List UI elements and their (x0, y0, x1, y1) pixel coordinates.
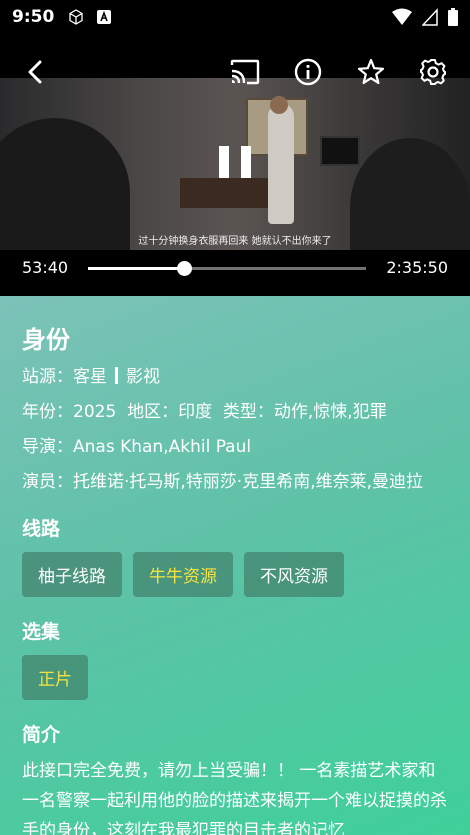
pause-bar (219, 146, 229, 178)
status-time: 9:50 (12, 7, 55, 27)
source-type: 影视 (126, 367, 160, 387)
cast-row: 演员：托维诺·托马斯,特丽莎·克里希南,维奈莱,曼迪拉 (22, 465, 448, 500)
seek-bar[interactable] (88, 261, 366, 276)
line-chip-selected[interactable]: 牛牛资源 (133, 552, 233, 597)
line-chip[interactable]: 不风资源 (244, 552, 344, 597)
divider (115, 367, 118, 384)
status-bar: 9:50 (0, 0, 470, 34)
intro-text: 此接口完全免费，请勿上当受骗！！ 一名素描艺术家和一名警察一起利用他的脸的描述来… (22, 761, 447, 835)
info-button[interactable] (288, 52, 328, 92)
episodes-list: 正片 (22, 655, 448, 700)
total-time: 2:35:50 (386, 258, 448, 277)
pause-button[interactable] (219, 146, 251, 178)
star-icon (357, 58, 385, 85)
video-player[interactable]: 过十分钟换身衣服再回来 她就认不出你来了 9:50 53:40 2:35:50 (0, 0, 470, 296)
source-label: 站源： (22, 367, 73, 387)
player-toolbar (0, 52, 470, 96)
seek-handle[interactable] (176, 261, 192, 276)
favorite-button[interactable] (351, 52, 391, 92)
seek-progress (88, 267, 184, 270)
status-indicators (392, 8, 458, 26)
director-row: 导演：Anas Khan,Akhil Paul (22, 430, 448, 465)
text-a-icon (97, 10, 112, 24)
year-label: 年份： (22, 402, 73, 422)
back-button[interactable] (16, 52, 56, 92)
presenter-head (270, 96, 288, 114)
year-value: 2025 (73, 402, 117, 422)
cast-label: 演员： (22, 472, 73, 492)
current-time: 53:40 (22, 258, 69, 277)
settings-button[interactable] (413, 52, 453, 92)
presenter (268, 104, 294, 224)
info-icon (294, 58, 322, 86)
gear-icon (420, 59, 446, 85)
page-title: 身份 (22, 326, 70, 354)
cube-icon (69, 9, 83, 25)
pause-bar (241, 146, 251, 178)
lines-list: 柚子线路 牛牛资源 不风资源 (22, 552, 448, 597)
signal-icon (422, 8, 438, 26)
intro-heading: 简介 (22, 724, 61, 746)
cast-icon (230, 59, 260, 85)
line-chip[interactable]: 柚子线路 (22, 552, 122, 597)
monitor (320, 136, 360, 166)
episode-chip-selected[interactable]: 正片 (22, 655, 88, 700)
battery-icon (448, 8, 458, 26)
info-row: 年份：2025 地区：印度 类型：动作,惊悚,犯罪 (22, 395, 448, 430)
director-value: Anas Khan,Akhil Paul (73, 437, 252, 457)
episodes-heading: 选集 (22, 621, 61, 643)
region-label: 地区： (127, 402, 179, 422)
wifi-icon (392, 8, 412, 25)
director-label: 导演： (22, 437, 73, 457)
video-subtitle: 过十分钟换身衣服再回来 她就认不出你来了 (138, 236, 332, 247)
audience-silhouette (0, 118, 130, 250)
cast-value: 托维诺·托马斯,特丽莎·克里希南,维奈莱,曼迪拉 (73, 472, 424, 492)
genre-value: 动作,惊悚,犯罪 (273, 402, 387, 422)
details-panel: 身份 站源：客星 影视 年份：2025 地区：印度 类型：动作,惊悚,犯罪 导演：… (0, 296, 470, 835)
lines-heading: 线路 (22, 518, 61, 540)
source-name[interactable]: 客星 (73, 367, 107, 387)
genre-label: 类型： (222, 402, 274, 422)
back-arrow-icon (28, 60, 42, 84)
cast-button[interactable] (225, 52, 265, 92)
region-value: 印度 (178, 402, 213, 422)
source-row: 站源：客星 影视 (22, 360, 448, 395)
